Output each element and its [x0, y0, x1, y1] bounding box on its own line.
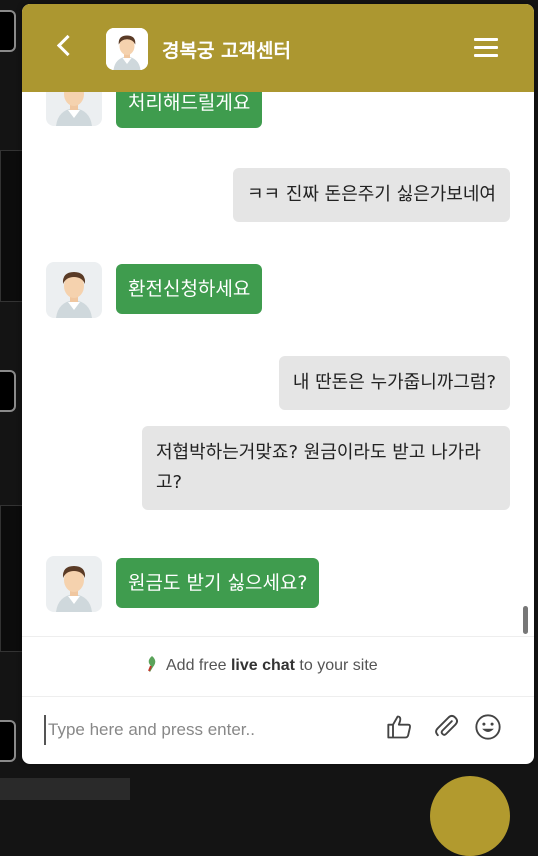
leaf-icon [148, 656, 156, 672]
promo-footer[interactable]: Add free live chat to your site [22, 636, 534, 697]
promo-suffix: to your site [294, 657, 378, 674]
person-icon [106, 28, 148, 70]
background-panel [0, 505, 24, 652]
agent-avatar [46, 262, 102, 318]
smiley-icon[interactable] [474, 713, 502, 741]
background-bar [0, 778, 130, 800]
user-message: 내 딴돈은 누가줍니까그럼? [278, 356, 510, 410]
hamburger-menu-icon[interactable] [474, 38, 498, 58]
chat-header: 경복궁 고객센터 [22, 4, 534, 92]
background-panel [0, 150, 24, 302]
agent-message: 처리해드릴게요 [116, 92, 263, 128]
message-list: 처리해드릴게요 ㅋㅋ 진짜 돈은주기 싫은가보네여 환전신청하세요 내 딴돈은 … [22, 92, 534, 636]
background-tab [0, 720, 16, 762]
chat-widget: 경복궁 고객센터 처리해드릴게요 ㅋㅋ 진짜 돈은주기 싫은가보네여 환전신청하… [22, 4, 534, 764]
chevron-left-icon[interactable] [56, 34, 79, 57]
thumbs-up-icon[interactable] [386, 713, 414, 741]
message-composer [22, 696, 534, 764]
promo-link[interactable]: live chat [231, 657, 295, 674]
launcher-button[interactable] [430, 776, 510, 856]
message-input[interactable] [44, 715, 380, 745]
agent-message: 원금도 받기 싫으세요? [116, 558, 320, 608]
scrollbar-thumb[interactable] [523, 606, 528, 634]
header-title: 경복궁 고객센터 [162, 40, 291, 62]
background-tab [0, 370, 16, 412]
paperclip-icon[interactable] [432, 713, 460, 741]
agent-avatar [106, 28, 148, 70]
promo-prefix: Add free [166, 657, 231, 674]
user-message: ㅋㅋ 진짜 돈은주기 싫은가보네여 [232, 168, 510, 222]
agent-message: 환전신청하세요 [116, 264, 263, 314]
background-tab [0, 10, 16, 52]
agent-avatar [46, 92, 102, 126]
user-message: 저협박하는거맞죠? 원금이라도 받고 나가라고? [142, 426, 510, 510]
agent-avatar [46, 556, 102, 612]
